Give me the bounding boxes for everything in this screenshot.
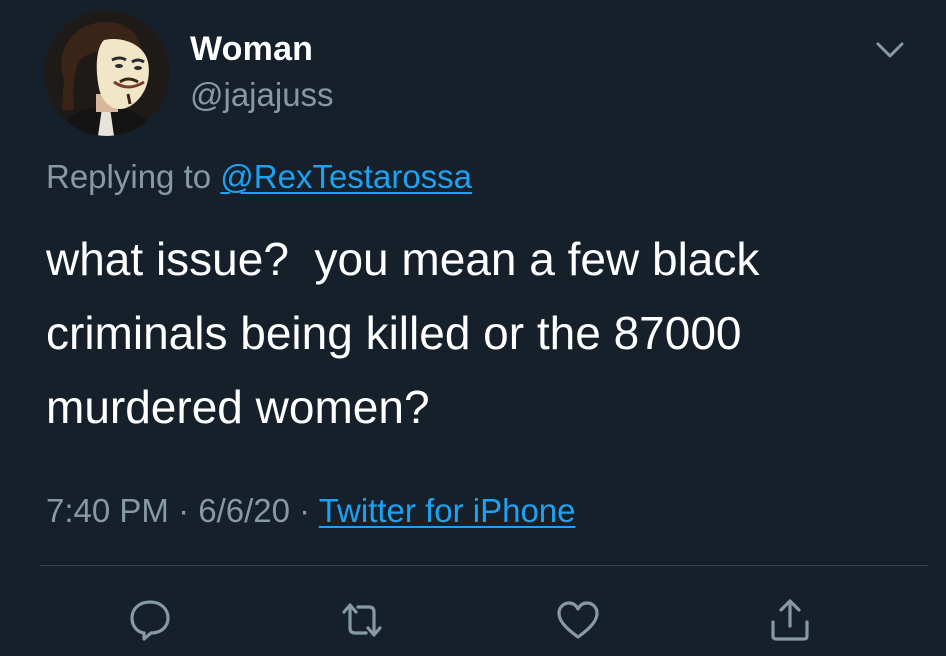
author-avatar[interactable]	[44, 10, 170, 136]
meta-separator: ·	[289, 492, 319, 529]
retweet-button[interactable]	[338, 596, 386, 644]
tweet-card: Woman @jajajuss Replying to @RexTestaros…	[0, 0, 946, 656]
reply-mention-link[interactable]: @RexTestarossa	[220, 158, 472, 195]
reply-context: Replying to @RexTestarossa	[46, 158, 472, 196]
reply-icon	[130, 600, 170, 641]
actions-divider	[40, 565, 928, 566]
author-handle[interactable]: @jajajuss	[190, 76, 334, 114]
tweet-meta: 7:40 PM · 6/6/20 · Twitter for iPhone	[46, 492, 576, 530]
share-button[interactable]	[766, 596, 814, 644]
heart-icon	[557, 601, 599, 639]
author-display-name[interactable]: Woman	[190, 30, 313, 69]
tweet-text: what issue? you mean a few black crimina…	[46, 233, 773, 433]
share-icon	[771, 599, 809, 641]
meta-separator: ·	[168, 492, 199, 529]
like-button[interactable]	[554, 596, 602, 644]
mask-avatar-icon	[44, 10, 170, 136]
tweet-source-link[interactable]: Twitter for iPhone	[319, 492, 576, 529]
more-options-chevron-down-icon[interactable]	[872, 36, 908, 64]
reply-context-prefix: Replying to	[46, 158, 221, 195]
reply-button[interactable]	[126, 596, 174, 644]
tweet-time: 7:40 PM	[46, 492, 169, 529]
retweet-icon	[342, 603, 382, 637]
tweet-date: 6/6/20	[198, 492, 290, 529]
